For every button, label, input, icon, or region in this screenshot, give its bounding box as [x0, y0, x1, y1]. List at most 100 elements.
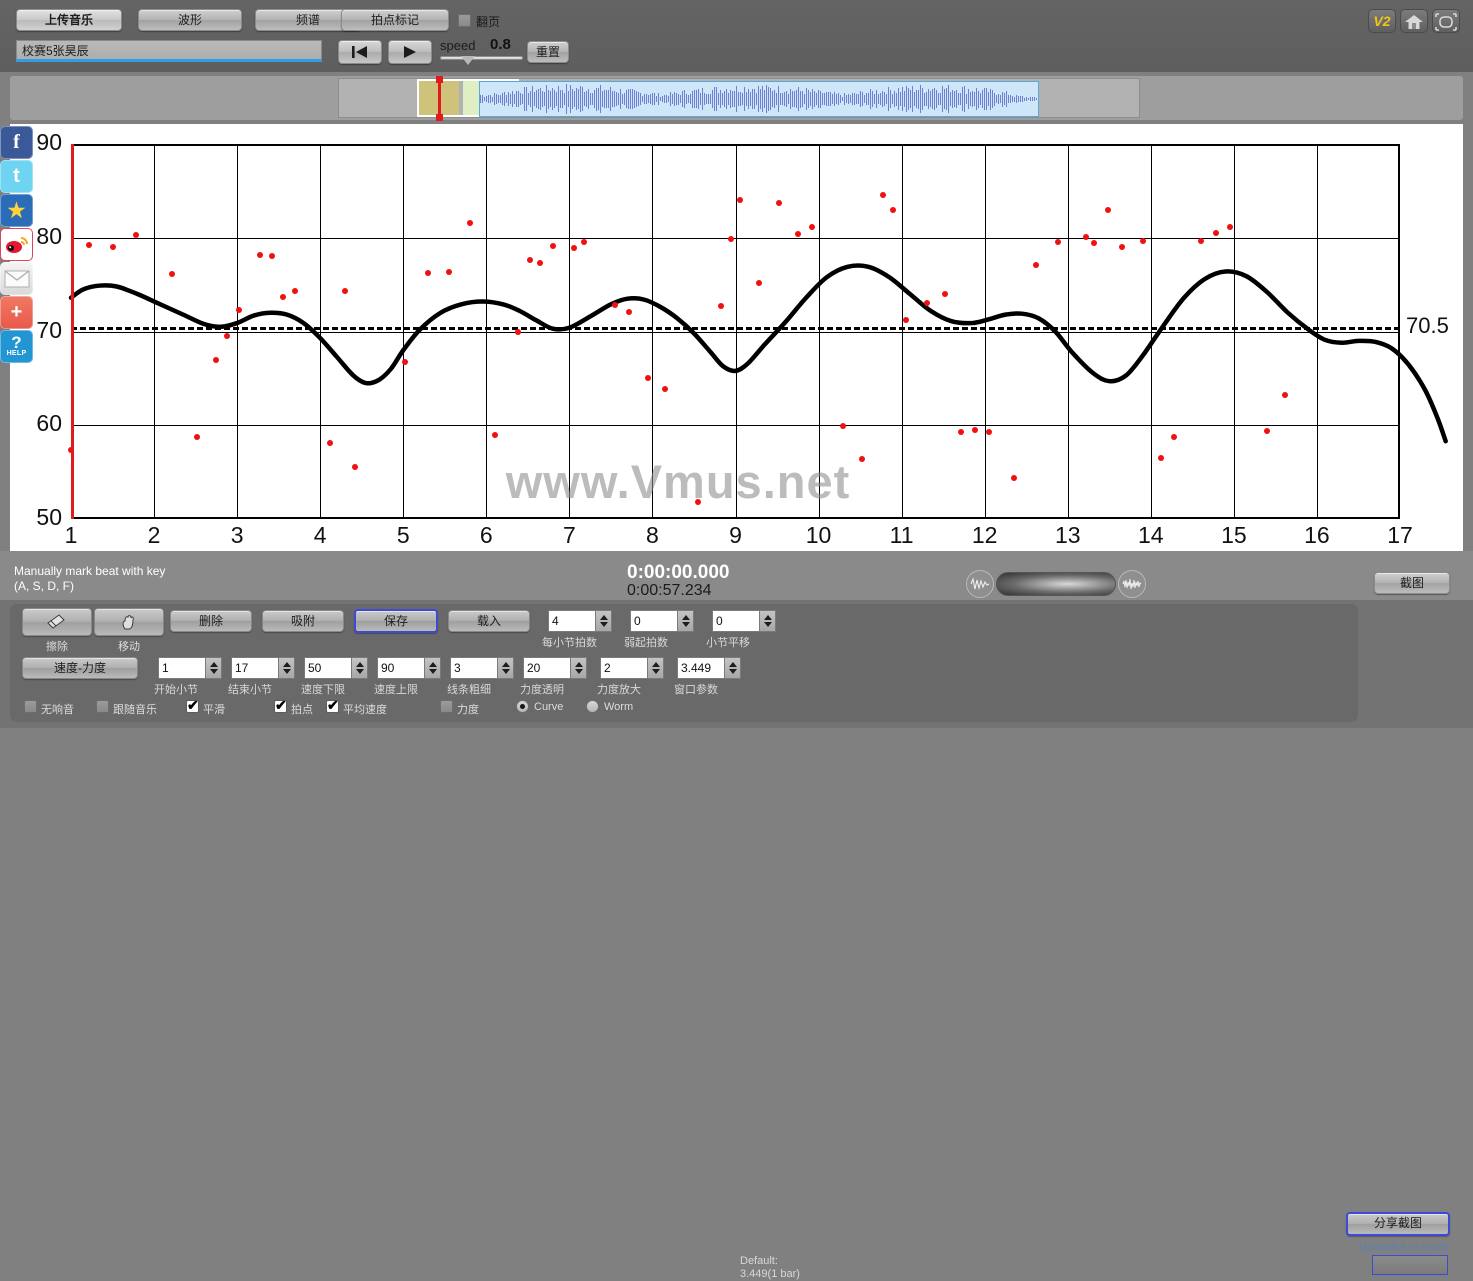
- stepper-down-icon[interactable]: [283, 669, 291, 674]
- checkbox-beats[interactable]: [274, 697, 287, 713]
- waveform-zoom-out-icon[interactable]: [966, 570, 994, 598]
- beat-dot[interactable]: [132, 231, 139, 238]
- stepper-up-icon[interactable]: [356, 662, 364, 667]
- waveform-button[interactable]: 波形: [138, 9, 242, 31]
- beat-dot[interactable]: [1118, 244, 1125, 251]
- erase-button[interactable]: [22, 608, 92, 636]
- stepper-down-icon[interactable]: [729, 669, 737, 674]
- share-plus-icon[interactable]: +: [0, 296, 33, 329]
- v2-badge-icon[interactable]: V2: [1368, 9, 1396, 33]
- beat-dot[interactable]: [775, 200, 782, 207]
- tempo-dynamics-button[interactable]: 速度-力度: [22, 657, 138, 679]
- beat-dot[interactable]: [1104, 206, 1111, 213]
- screenshot-button[interactable]: 截图: [1374, 572, 1450, 594]
- beats-per-bar-stepper[interactable]: [595, 610, 612, 632]
- beat-dot[interactable]: [736, 197, 743, 204]
- beat-dot[interactable]: [1171, 433, 1178, 440]
- stepper-up-icon[interactable]: [729, 662, 737, 667]
- page-turn-checkbox[interactable]: [458, 14, 471, 27]
- dynamics-scale-input[interactable]: 2: [600, 657, 664, 679]
- checkbox-average-tempo[interactable]: [326, 697, 339, 713]
- beat-dot[interactable]: [890, 206, 897, 213]
- waveform-playhead[interactable]: [436, 76, 443, 121]
- beat-dot[interactable]: [269, 252, 275, 259]
- beat-dot[interactable]: [279, 293, 286, 300]
- beat-dot[interactable]: [858, 456, 865, 462]
- rewind-to-start-button[interactable]: [338, 40, 382, 64]
- beat-dot[interactable]: [794, 231, 801, 237]
- weibo-icon[interactable]: [0, 228, 33, 261]
- checkbox-smooth[interactable]: [186, 697, 199, 713]
- radio-worm[interactable]: [586, 700, 599, 713]
- stepper-up-icon[interactable]: [652, 662, 660, 667]
- stepper-down-icon[interactable]: [600, 622, 608, 627]
- end-bar-stepper[interactable]: [278, 657, 295, 679]
- dynamics-scale-stepper[interactable]: [647, 657, 664, 679]
- play-button[interactable]: [388, 40, 432, 64]
- beat-dot[interactable]: [1139, 237, 1146, 244]
- move-button[interactable]: [94, 608, 164, 636]
- beat-dot[interactable]: [194, 433, 201, 440]
- beat-dot[interactable]: [971, 426, 978, 433]
- beat-dot[interactable]: [1226, 223, 1233, 230]
- beat-dot[interactable]: [1010, 474, 1017, 481]
- line-thickness-stepper[interactable]: [497, 657, 514, 679]
- end-bar-input[interactable]: 17: [231, 657, 295, 679]
- waveform-zoom-in-icon[interactable]: [1118, 570, 1146, 598]
- snap-button[interactable]: 吸附: [262, 610, 344, 632]
- twitter-icon[interactable]: t: [0, 160, 33, 193]
- stepper-up-icon[interactable]: [764, 615, 772, 620]
- beat-dot[interactable]: [1264, 427, 1271, 434]
- radio-curve[interactable]: [516, 700, 529, 713]
- beat-dot[interactable]: [923, 300, 930, 307]
- delete-button[interactable]: 删除: [170, 610, 252, 632]
- stepper-down-icon[interactable]: [764, 622, 772, 627]
- stepper-up-icon[interactable]: [429, 662, 437, 667]
- upload-sub-button[interactable]: [1372, 1255, 1448, 1275]
- beats-per-bar-input[interactable]: 4: [548, 610, 612, 632]
- start-bar-stepper[interactable]: [205, 657, 222, 679]
- tempo-max-input[interactable]: 90: [377, 657, 441, 679]
- beat-dot[interactable]: [213, 356, 220, 363]
- stepper-down-icon[interactable]: [429, 669, 437, 674]
- beat-dot[interactable]: [985, 428, 992, 435]
- beat-dot[interactable]: [570, 245, 577, 252]
- beat-dot[interactable]: [549, 243, 556, 250]
- stepper-down-icon[interactable]: [652, 669, 660, 674]
- email-icon[interactable]: [0, 262, 33, 295]
- beat-dot[interactable]: [514, 328, 521, 335]
- beat-dot[interactable]: [491, 431, 498, 438]
- waveform-display[interactable]: [479, 81, 1039, 117]
- window-param-stepper[interactable]: [724, 657, 741, 679]
- stepper-down-icon[interactable]: [682, 622, 690, 627]
- checkbox-follow-music[interactable]: [96, 700, 109, 713]
- speed-slider[interactable]: [440, 56, 523, 65]
- beat-dot[interactable]: [1197, 237, 1204, 244]
- facebook-icon[interactable]: f: [0, 126, 33, 159]
- checkbox-dynamics[interactable]: [440, 700, 453, 713]
- home-icon[interactable]: [1400, 9, 1428, 33]
- fullscreen-icon[interactable]: [1432, 9, 1460, 33]
- save-button[interactable]: 保存: [354, 609, 438, 633]
- start-bar-input[interactable]: 1: [158, 657, 222, 679]
- tempo-min-input[interactable]: 50: [304, 657, 368, 679]
- beat-dot[interactable]: [626, 308, 633, 315]
- dynamics-opacity-input[interactable]: 20: [523, 657, 587, 679]
- qzone-star-icon[interactable]: ★: [0, 194, 33, 227]
- plot-area[interactable]: [68, 144, 1448, 519]
- beat-dot[interactable]: [401, 358, 408, 365]
- beat-dot[interactable]: [1157, 455, 1164, 462]
- line-thickness-input[interactable]: 3: [450, 657, 514, 679]
- beat-dot[interactable]: [717, 303, 724, 310]
- beat-dot[interactable]: [755, 279, 762, 286]
- dynamics-opacity-stepper[interactable]: [570, 657, 587, 679]
- tempo-chart-panel[interactable]: 50 60 70 80 90 1 2 3 4 5 6 7 8 9 10 11 12 13 14 15 16 17 70.…: [10, 124, 1463, 551]
- reset-button[interactable]: 重置: [527, 41, 569, 63]
- bar-shift-stepper[interactable]: [759, 610, 776, 632]
- stepper-up-icon[interactable]: [600, 615, 608, 620]
- stepper-up-icon[interactable]: [210, 662, 218, 667]
- beat-dot[interactable]: [526, 257, 533, 264]
- waveform-overview[interactable]: [338, 76, 1140, 121]
- stepper-down-icon[interactable]: [210, 669, 218, 674]
- stepper-down-icon[interactable]: [356, 669, 364, 674]
